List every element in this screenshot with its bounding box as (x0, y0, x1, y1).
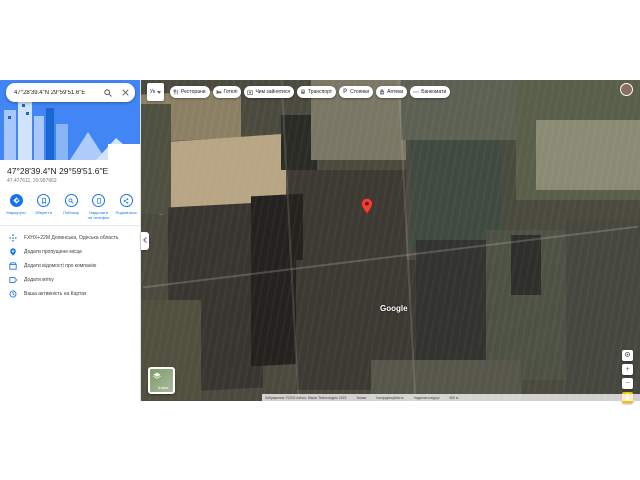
my-location-icon (624, 351, 631, 360)
plus-code-icon (8, 233, 18, 243)
restaurant-icon (173, 89, 179, 95)
avatar[interactable] (620, 83, 633, 96)
chevron-left-icon (143, 237, 147, 245)
directions-icon (9, 194, 23, 207)
place-decimal-coords: 47.477611, 29.997662 (7, 178, 57, 184)
add-place-row[interactable]: Додати пропущене місце (8, 247, 82, 257)
share-icon (119, 194, 133, 207)
minus-icon: − (625, 380, 630, 387)
zoom-in-button[interactable]: + (622, 364, 633, 375)
layers-icon (153, 372, 161, 380)
add-place-icon (8, 247, 18, 257)
hotel-icon (216, 89, 222, 95)
nearby-icon (64, 194, 78, 207)
google-logo: Google (380, 304, 408, 313)
chevron-down-icon (157, 90, 162, 94)
plus-code-text: FXHX+22M Долинська, Одеська область (24, 235, 119, 241)
atm-icon (413, 89, 419, 95)
layers-button[interactable]: Шари (148, 367, 175, 394)
chip-transit[interactable]: Транспорт (297, 86, 337, 98)
terms-link[interactable]: Умови (356, 396, 366, 400)
my-location-button[interactable] (622, 350, 633, 361)
business-icon (8, 261, 18, 271)
action-label: Надіслати на телефон (87, 210, 110, 220)
collapse-panel-button[interactable] (141, 232, 149, 250)
share-button[interactable]: Поділитися (114, 194, 138, 220)
action-label: Зберегти (35, 210, 52, 215)
satellite-map[interactable] (141, 80, 640, 401)
place-title: 47°28'39.4"N 29°59'51.6"E (7, 166, 109, 176)
zoom-out-button[interactable]: − (622, 378, 633, 389)
chip-atms[interactable]: Банкомати (410, 86, 451, 98)
apps-grid-icon[interactable] (605, 5, 615, 17)
feedback-link[interactable]: Надіслати відгук (414, 396, 440, 400)
add-label-link: Додати мітку (24, 277, 54, 283)
search-icon[interactable] (101, 86, 115, 100)
chip-parking[interactable]: P Стоянки (339, 86, 374, 98)
chip-label: Стоянки (350, 89, 370, 95)
language-value: Ук (149, 89, 156, 95)
layers-label: Шари (158, 385, 169, 390)
chip-hotels[interactable]: Готелі (212, 86, 242, 98)
chip-label: Ресторани (181, 89, 206, 95)
action-label: Маршрути (6, 210, 26, 215)
action-label: Поблизу (63, 210, 79, 215)
location-pin-icon[interactable] (361, 198, 373, 214)
place-hero-image: 47°28'39.4"N 29°59'51.6"E (0, 80, 140, 160)
activity-row[interactable]: Ваша активність на Картах (8, 289, 87, 299)
chip-label: Банкомати (421, 89, 447, 95)
action-label: Поділитися (115, 210, 137, 215)
side-panel: 47°28'39.4"N 29°59'51.6"E 47°28'39.4"N 2… (0, 80, 141, 401)
save-button[interactable]: Зберегти (32, 194, 56, 220)
send-to-phone-button[interactable]: Надіслати на телефон (87, 194, 111, 220)
chip-label: Транспорт (308, 89, 333, 95)
add-place-link: Додати пропущене місце (24, 249, 83, 255)
plus-icon: + (625, 366, 630, 373)
imagery-attribution: Зображення ©2023 Airbus, Maxar Technolog… (265, 395, 347, 400)
attractions-icon (247, 89, 254, 95)
search-input[interactable]: 47°28'39.4"N 29°59'51.6"E (14, 90, 101, 96)
directions-button[interactable]: Маршрути (4, 194, 28, 220)
parking-icon: P (343, 89, 348, 95)
chip-pharmacies[interactable]: Аптеки (376, 86, 408, 98)
label-icon (8, 275, 18, 285)
send-to-phone-icon (92, 194, 105, 207)
pharmacy-icon (379, 89, 385, 95)
divider (0, 225, 140, 226)
language-selector[interactable]: Ук (147, 83, 164, 101)
add-business-link: Додати відомості про компанію (24, 263, 97, 269)
search-box[interactable]: 47°28'39.4"N 29°59'51.6"E (6, 83, 135, 102)
chip-label: Аптеки (387, 89, 404, 95)
action-buttons: Маршрути Зберегти Поблизу Надіслати на т… (4, 194, 138, 220)
scale-bar[interactable]: 500 м (449, 396, 458, 400)
plus-code-row[interactable]: FXHX+22M Долинська, Одеська область (8, 233, 118, 243)
chip-label: Готелі (223, 89, 238, 95)
add-label-row[interactable]: Додати мітку (8, 275, 54, 285)
category-chips: Ук Ресторани Готелі Чим зайнятися Трансп… (147, 83, 453, 101)
map-footer: Зображення ©2023 Airbus, Maxar Technolog… (262, 394, 640, 401)
maps-app: 47°28'39.4"N 29°59'51.6"E 47°28'39.4"N 2… (0, 80, 640, 401)
chip-restaurants[interactable]: Ресторани (170, 86, 210, 98)
transit-icon (300, 89, 306, 95)
bookmark-icon (37, 194, 50, 207)
close-icon[interactable] (118, 86, 132, 100)
privacy-link[interactable]: Конфіденційність (376, 396, 403, 400)
chip-things-to-do[interactable]: Чим зайнятися (244, 86, 295, 98)
add-business-row[interactable]: Додати відомості про компанію (8, 261, 96, 271)
history-icon (8, 289, 18, 299)
chip-label: Чим зайнятися (255, 89, 291, 95)
nearby-button[interactable]: Поблизу (59, 194, 83, 220)
activity-link: Ваша активність на Картах (24, 291, 87, 297)
